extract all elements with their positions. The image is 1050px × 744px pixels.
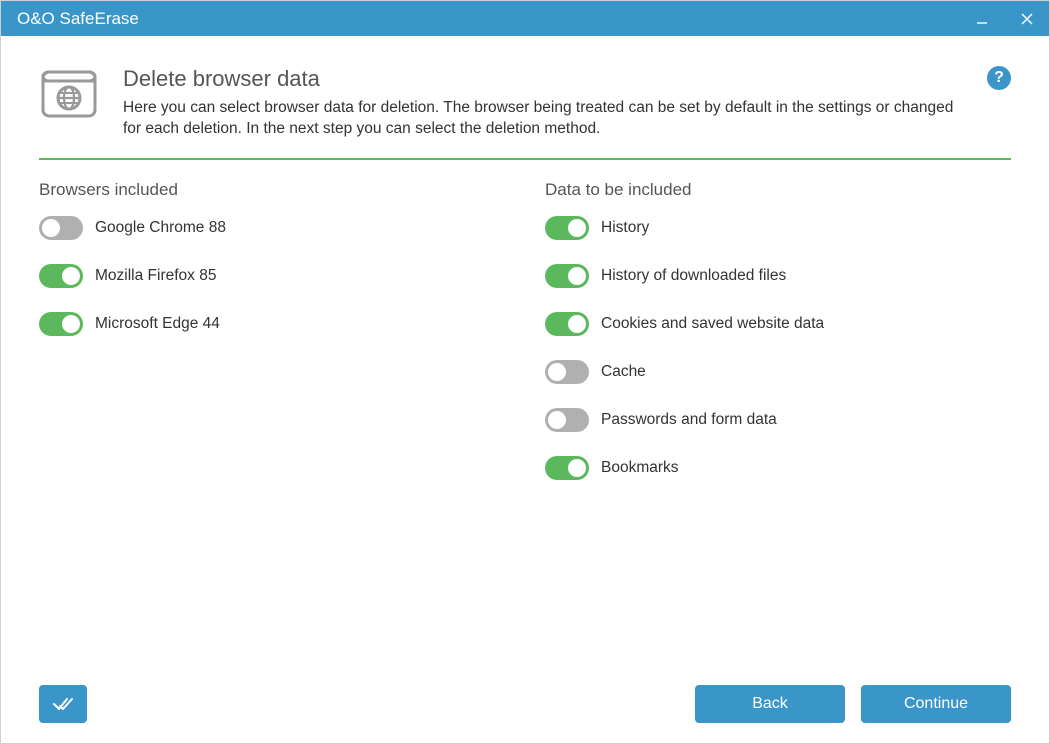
browsers-column: Browsers included Google Chrome 88 Mozill… xyxy=(39,180,505,504)
page-description: Here you can select browser data for del… xyxy=(123,98,963,140)
double-check-icon xyxy=(52,695,74,713)
toggle-knob xyxy=(62,267,80,285)
page-title: Delete browser data xyxy=(123,66,963,92)
data-item-row: Bookmarks xyxy=(545,456,1011,480)
data-item-toggle[interactable] xyxy=(545,216,589,240)
back-button-label: Back xyxy=(752,695,788,713)
data-item-row: History of downloaded files xyxy=(545,264,1011,288)
browser-toggle[interactable] xyxy=(39,312,83,336)
help-icon: ? xyxy=(994,69,1004,87)
minimize-button[interactable] xyxy=(959,1,1004,36)
data-item-label: Passwords and form data xyxy=(601,411,777,429)
data-item-label: Bookmarks xyxy=(601,459,679,477)
content-area: Delete browser data Here you can select … xyxy=(1,36,1049,743)
select-all-button[interactable] xyxy=(39,685,87,723)
toggle-knob xyxy=(62,315,80,333)
toggle-knob xyxy=(568,219,586,237)
browser-label: Mozilla Firefox 85 xyxy=(95,267,216,285)
browser-globe-icon xyxy=(39,66,99,125)
footer: Back Continue xyxy=(39,675,1011,723)
page-header: Delete browser data Here you can select … xyxy=(39,66,1011,140)
titlebar: O&O SafeErase xyxy=(1,1,1049,36)
browser-row: Google Chrome 88 xyxy=(39,216,505,240)
browser-label: Microsoft Edge 44 xyxy=(95,315,220,333)
data-item-toggle[interactable] xyxy=(545,264,589,288)
toggle-knob xyxy=(42,219,60,237)
close-icon xyxy=(1021,13,1033,25)
data-item-label: Cache xyxy=(601,363,646,381)
browser-toggle[interactable] xyxy=(39,216,83,240)
browser-row: Microsoft Edge 44 xyxy=(39,312,505,336)
data-item-toggle[interactable] xyxy=(545,408,589,432)
app-window: O&O SafeErase xyxy=(0,0,1050,744)
continue-button-label: Continue xyxy=(904,695,968,713)
continue-button[interactable]: Continue xyxy=(861,685,1011,723)
app-title: O&O SafeErase xyxy=(17,9,959,29)
toggle-knob xyxy=(548,411,566,429)
header-text: Delete browser data Here you can select … xyxy=(123,66,963,140)
data-item-label: History of downloaded files xyxy=(601,267,786,285)
data-column: Data to be included History History of do… xyxy=(545,180,1011,504)
data-column-title: Data to be included xyxy=(545,180,1011,200)
data-item-toggle[interactable] xyxy=(545,360,589,384)
toggle-knob xyxy=(568,267,586,285)
back-button[interactable]: Back xyxy=(695,685,845,723)
browser-toggle[interactable] xyxy=(39,264,83,288)
browser-row: Mozilla Firefox 85 xyxy=(39,264,505,288)
data-item-toggle[interactable] xyxy=(545,312,589,336)
options-columns: Browsers included Google Chrome 88 Mozill… xyxy=(39,180,1011,504)
data-item-row: Cache xyxy=(545,360,1011,384)
data-item-label: History xyxy=(601,219,649,237)
toggle-knob xyxy=(568,315,586,333)
browser-label: Google Chrome 88 xyxy=(95,219,226,237)
data-item-row: Cookies and saved website data xyxy=(545,312,1011,336)
toggle-knob xyxy=(568,459,586,477)
browsers-column-title: Browsers included xyxy=(39,180,505,200)
close-button[interactable] xyxy=(1004,1,1049,36)
header-divider xyxy=(39,158,1011,160)
data-item-toggle[interactable] xyxy=(545,456,589,480)
data-item-row: Passwords and form data xyxy=(545,408,1011,432)
data-item-label: Cookies and saved website data xyxy=(601,315,824,333)
toggle-knob xyxy=(548,363,566,381)
data-item-row: History xyxy=(545,216,1011,240)
minimize-icon xyxy=(976,13,988,25)
help-button[interactable]: ? xyxy=(987,66,1011,90)
